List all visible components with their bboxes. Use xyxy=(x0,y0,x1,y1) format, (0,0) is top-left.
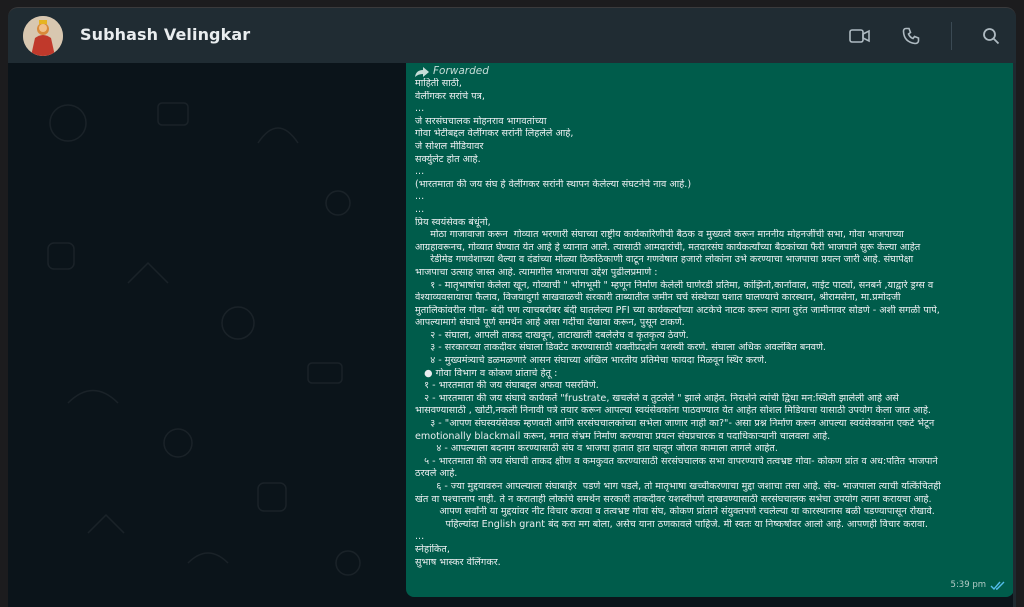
message-line: ३ - सरकारच्या ताकदीवर संघाला डिक्टेट करण… xyxy=(415,342,826,354)
voice-call-icon[interactable] xyxy=(899,24,923,48)
contact-name[interactable]: Subhash Velingkar xyxy=(80,25,250,44)
double-check-icon xyxy=(990,581,1005,590)
message-line: आपल्यामागे संघाचे पूर्ण समर्थन आहे असा ग… xyxy=(415,317,685,329)
message-line: (भारतमाता की जय संघ हे वेलींगकर सरांनी स… xyxy=(415,178,692,190)
message-line: स्नेहांकित, xyxy=(415,543,450,555)
message-line: रेडीमेड गणवेशाच्या थैल्या व दंडांच्या मो… xyxy=(415,254,914,266)
message-line: ... xyxy=(415,166,425,178)
message-line: १ - भारतमाता की जय संघाबद्दल अफवा पसरविण… xyxy=(415,380,599,392)
message-line: ४ - आपल्याला बदनाम करण्यासाठी संघ व भाजप… xyxy=(415,443,778,455)
forward-arrow-icon xyxy=(415,66,429,77)
message-line: भाजपाचा उत्साह जास्त आहे. त्यामागील भाजप… xyxy=(415,266,658,278)
message-line: १ - मातृभाषांचा केलेला खून, गोव्याची " भ… xyxy=(415,279,934,291)
message-line: ठरवले आहे. xyxy=(415,468,458,480)
forwarded-indicator: Forwarded xyxy=(415,65,1006,78)
message-line: ४ - मुख्यमंत्र्याचे डळमळणारे आसन संघाच्य… xyxy=(415,355,767,367)
message-line: ... xyxy=(415,191,425,203)
scrollbar[interactable] xyxy=(1013,63,1016,607)
message-line: emotionally blackmail करून, मनात संभ्रम … xyxy=(415,430,831,442)
message-line: प्रिय स्वयंसेवक बंधूंनो, xyxy=(415,216,491,228)
message-line: ३ - "आपण संघस्वयंसेवक म्हणवती आणि सरसंघच… xyxy=(415,418,935,430)
message-line: आग्रहावरूनच, गोव्यात घेण्यात येत आहे हे … xyxy=(415,241,921,253)
chat-area[interactable]: Forwarded माहिती साठी, वेलींगकर सरांचे पत… xyxy=(8,63,1016,607)
message-bubble[interactable]: Forwarded माहिती साठी, वेलींगकर सरांचे पत… xyxy=(406,63,1014,597)
message-line: २ - भारतमाता की जय संघाचे कार्यकर्ते "fr… xyxy=(415,392,899,404)
message-line: मुतालिकांवरील गोवा- बंदी पण त्याचबरोबर ब… xyxy=(415,304,940,316)
message-line: वेलींगकर सरांचे पत्र, xyxy=(415,90,485,102)
message-line: पहिल्यांदा English grant बंद करा मग बोला… xyxy=(415,518,928,530)
message-line: ... xyxy=(415,531,425,543)
avatar[interactable] xyxy=(23,16,63,56)
message-meta: 5:39 pm xyxy=(951,579,1006,592)
message-line: भासवण्यासाठी , खोटी,नकली निनावी पत्रे तय… xyxy=(415,405,931,417)
chat-header: Subhash Velingkar xyxy=(8,7,1016,64)
header-divider xyxy=(951,22,952,50)
message-line: माहिती साठी, xyxy=(415,78,462,89)
message-line: ६ - ज्या मुद्दयावरुन आपल्याला संघाबाहेर … xyxy=(415,481,941,492)
message-line: ● गोवा विभाग व कोकण प्रांताचे हेतू : xyxy=(415,367,558,379)
message-line: खंत वा पश्चात्ताप नाही. ते न कराताही लोक… xyxy=(415,493,932,505)
message-body: माहिती साठी, वेलींगकर सरांचे पत्र,... जे स… xyxy=(415,78,1006,569)
message-line: जे सोशल मीडियावर xyxy=(415,140,484,152)
message-line: ५ - भारतमाता की जय संघाची ताकद क्षीण व क… xyxy=(415,455,938,467)
message-line: आपण सर्वांनी या मुद्दयांवर नीट विचार करा… xyxy=(415,506,935,518)
forwarded-label: Forwarded xyxy=(433,65,489,78)
message-line: ... xyxy=(415,203,425,215)
message-line: सर्क्युलेट होत आहे. xyxy=(415,153,481,165)
message-line: २ - संघाला, आपली ताकद दाखवून, ताटाखाली द… xyxy=(415,329,689,341)
search-icon[interactable] xyxy=(979,24,1003,48)
message-line: वेश्याव्यवसायाचा फैलाव, विजयादुर्गा साखव… xyxy=(415,292,901,304)
message-line: ... xyxy=(415,103,425,115)
message-time: 5:39 pm xyxy=(950,580,986,591)
message-line: सुभाष भास्कर वेलिंगकर. xyxy=(415,556,501,568)
message-line: गोवा भेटीबद्दल वेलींगकर सरांनी लिहलेले आ… xyxy=(415,128,574,140)
video-call-icon[interactable] xyxy=(848,24,872,48)
message-line: मोठा गाजावाजा करून गोव्यात भरणारी संघाच्… xyxy=(415,229,904,241)
message-line: जे सरसंघचालक मोहनराव भागवतांच्या xyxy=(415,115,547,127)
